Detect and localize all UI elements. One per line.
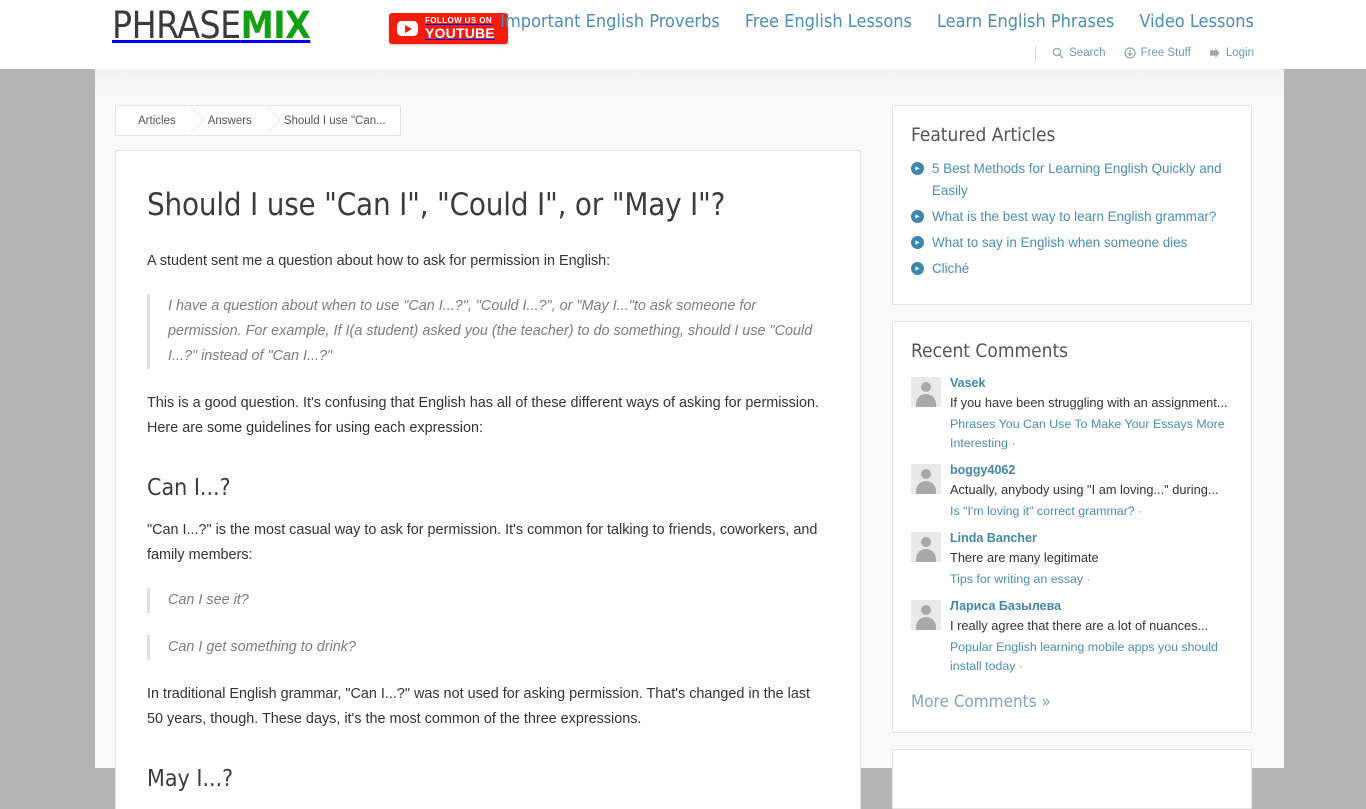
breadcrumb-label: Should I use "Can... [283,114,386,127]
comment-snippet: Actually, anybody using "I am loving..."… [950,482,1219,497]
arrow-circle-right-icon [911,262,924,275]
search-link[interactable]: Search [1052,47,1106,59]
more-comments-link[interactable]: More Comments » [911,692,1051,712]
comment-separator: · [1018,659,1024,673]
comment-context-link[interactable]: Phrases You Can Use To Make Your Essays … [950,417,1225,450]
example-text: Can I get something to drink? [168,639,356,655]
featured-article-link[interactable]: What is the best way to learn English gr… [932,206,1216,228]
comment-separator: · [1086,572,1091,586]
breadcrumb-item-current: Should I use "Can... [266,106,400,135]
logo-text-mix: MIX [240,4,311,47]
example-text: Can I see it? [168,592,249,608]
featured-articles-title: Featured Articles [911,124,1056,146]
featured-article-link[interactable]: What to say in English when someone dies [932,232,1187,254]
student-question-quote: I have a question about when to use "Can… [147,294,830,369]
youtube-badge-line1: FOLLOW US ON [425,16,493,25]
list-item: What is the best way to learn English gr… [911,206,1232,228]
article-intro-paragraph: A student sent me a question about how t… [147,253,611,269]
avatar [911,464,941,494]
featured-article-link[interactable]: Cliché [932,258,969,280]
featured-articles-list: 5 Best Methods for Learning English Quic… [911,158,1232,280]
youtube-play-icon [397,21,418,36]
login-link-label: Login [1225,47,1254,59]
comment-separator: · [1011,436,1016,450]
avatar [911,532,941,562]
chevron-right-icon [265,106,280,134]
list-item: What to say in English when someone dies [911,232,1232,254]
avatar [911,377,941,407]
primary-nav: Important English Proverbs Free English … [500,11,1254,33]
featured-article-link[interactable]: 5 Best Methods for Learning English Quic… [932,158,1232,202]
utility-nav: Search Free Stuff Login [1035,45,1254,61]
site-logo[interactable]: PHRASEMIX [112,4,311,47]
youtube-follow-button[interactable]: FOLLOW US ON YOUTUBE [389,13,508,44]
breadcrumb-item-articles[interactable]: Articles [116,106,205,135]
arrow-circle-right-icon [911,236,924,249]
comment-separator: · [1138,504,1143,518]
page-wrapper: Articles Answers Should I use "Can... Sh… [95,69,1284,809]
comment-context-link[interactable]: Is "I'm loving it" correct grammar? [950,504,1135,518]
youtube-badge-line2: YOUTUBE [425,25,495,41]
login-link[interactable]: Login [1209,47,1254,59]
avatar [911,600,941,630]
quote-text: I have a question about when to use "Can… [168,298,813,364]
arrow-circle-right-icon [911,210,924,223]
comment-item: Лариса Базылева I really agree that ther… [911,597,1232,676]
comment-snippet: If you have been struggling with an assi… [950,395,1228,410]
login-arrow-icon [1209,47,1221,59]
section-can-i-paragraph: "Can I...?" is the most casual way to as… [147,522,818,563]
recent-comments-title: Recent Comments [911,340,1069,362]
search-link-label: Search [1069,47,1106,59]
sidebar: Featured Articles 5 Best Methods for Lea… [892,105,1252,809]
comment-context-link[interactable]: Tips for writing an essay [950,572,1083,586]
section-heading-can-i: Can I...? [147,475,231,501]
comment-item: Linda Bancher There are many legitimate … [911,529,1232,589]
comment-context-link[interactable]: Popular English learning mobile apps you… [950,640,1218,673]
list-item: Cliché [911,258,1232,280]
search-icon [1052,47,1064,59]
page-title: Should I use "Can I", "Could I", or "May… [147,187,726,223]
site-header: PHRASEMIX FOLLOW US ON YOUTUBE Important… [0,0,1366,69]
breadcrumb-label: Answers [207,114,252,127]
nav-item-video-lessons[interactable]: Video Lessons [1139,11,1254,33]
sidebar-panel-next [892,749,1252,809]
arrow-circle-right-icon [911,162,924,175]
article-paragraph-2: This is a good question. It's confusing … [147,395,820,436]
recent-comments-panel: Recent Comments Vasek If you have been s… [892,321,1252,733]
nav-item-free-lessons[interactable]: Free English Lessons [745,11,912,33]
section-heading-may-i: May I...? [147,766,234,792]
example-quote-2: Can I get something to drink? [147,635,830,660]
comment-snippet: I really agree that there are a lot of n… [950,618,1209,633]
nav-item-proverbs[interactable]: Important English Proverbs [500,11,720,33]
breadcrumb-label: Articles [138,114,176,127]
comment-author-link[interactable]: Лариса Базылева [950,597,1232,615]
comment-snippet: There are many legitimate [950,550,1099,565]
featured-articles-panel: Featured Articles 5 Best Methods for Lea… [892,105,1252,305]
comment-item: boggy4062 Actually, anybody using "I am … [911,461,1232,521]
article-card: Should I use "Can I", "Could I", or "May… [115,150,861,809]
breadcrumb: Articles Answers Should I use "Can... [115,105,401,136]
nav-item-learn-phrases[interactable]: Learn English Phrases [937,11,1114,33]
free-stuff-link[interactable]: Free Stuff [1123,47,1191,59]
download-circle-icon [1123,47,1136,59]
comment-author-link[interactable]: Vasek [950,374,1232,392]
free-stuff-link-label: Free Stuff [1140,47,1191,59]
chevron-right-icon [189,106,204,134]
comment-author-link[interactable]: Linda Bancher [950,529,1232,547]
example-quote-1: Can I see it? [147,588,830,613]
section-can-i-paragraph-2: In traditional English grammar, "Can I..… [147,686,811,727]
list-item: 5 Best Methods for Learning English Quic… [911,158,1232,202]
comment-item: Vasek If you have been struggling with a… [911,374,1232,453]
comment-author-link[interactable]: boggy4062 [950,461,1232,479]
logo-text-phrase: PHRASE [112,4,241,47]
